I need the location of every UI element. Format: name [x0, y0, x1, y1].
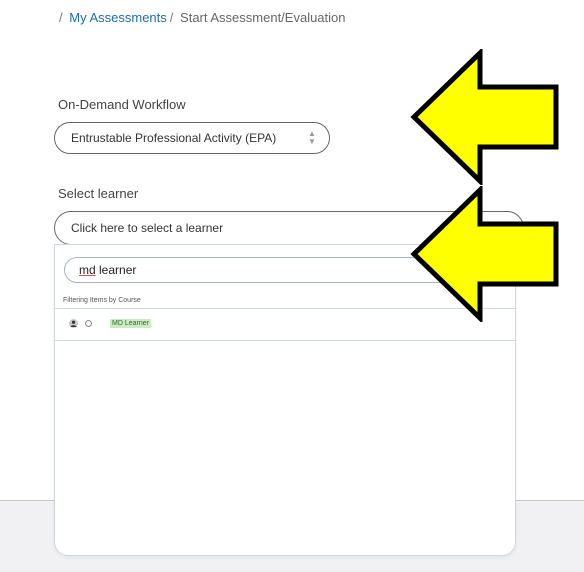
breadcrumb-current: Start Assessment/Evaluation: [180, 10, 346, 25]
yellow-arrow-icon: [410, 186, 559, 322]
workflow-label: On-Demand Workflow: [58, 97, 186, 112]
workflow-select[interactable]: Entrustable Professional Activity (EPA) …: [54, 122, 330, 154]
learner-result-name: MD Learner: [110, 319, 151, 328]
select-updown-icon: ▲ ▼: [308, 129, 316, 146]
yellow-arrow-icon: [410, 49, 559, 185]
breadcrumb-separator: /: [59, 10, 63, 25]
breadcrumb-link-my-assessments[interactable]: My Assessments: [69, 10, 167, 25]
learner-placeholder: Click here to select a learner: [71, 221, 224, 235]
search-text-prefix: md: [79, 263, 96, 277]
breadcrumb-separator: /: [169, 10, 174, 25]
learner-label: Select learner: [58, 186, 139, 201]
workflow-selected-value: Entrustable Professional Activity (EPA): [71, 131, 277, 145]
breadcrumb: / My Assessments / Start Assessment/Evalu…: [59, 10, 346, 25]
search-text-suffix: learner: [95, 263, 137, 277]
radio-button[interactable]: [85, 320, 92, 327]
filter-note: Filtering Items by Course: [63, 297, 141, 304]
person-icon: [69, 319, 78, 328]
